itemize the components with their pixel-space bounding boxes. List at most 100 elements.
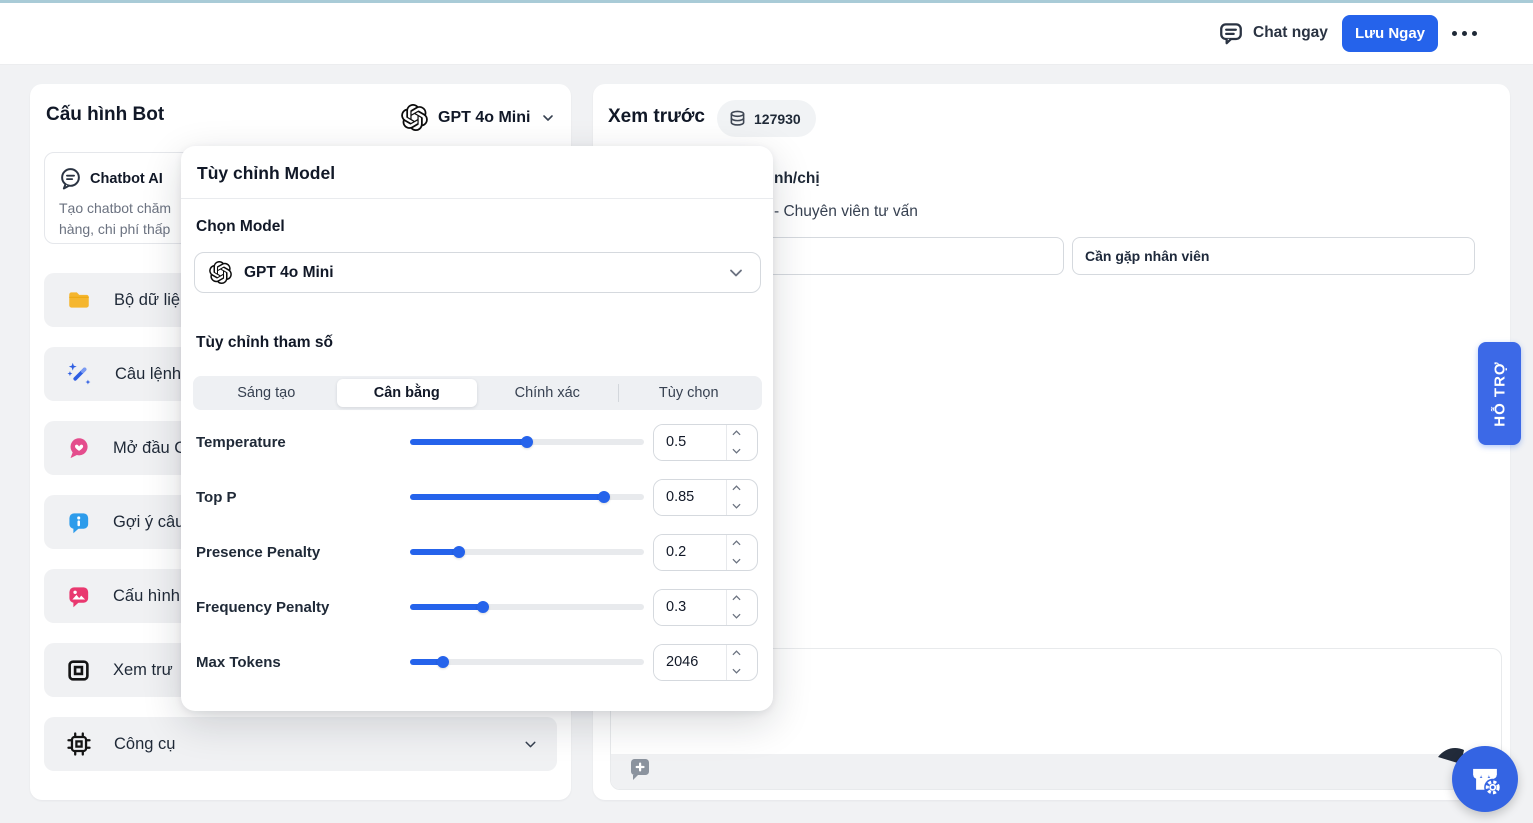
params-section-title: Tùy chỉnh tham số bbox=[196, 334, 333, 352]
top-p-slider[interactable] bbox=[410, 486, 644, 508]
header-model-selector[interactable]: GPT 4o Mini bbox=[401, 104, 556, 131]
token-count-badge: 127930 bbox=[717, 100, 816, 137]
spin-down-button[interactable] bbox=[727, 662, 746, 680]
chatbot-bubble-icon bbox=[59, 167, 82, 190]
chat-now-button[interactable]: Chat ngay bbox=[1218, 18, 1328, 48]
param-label: Top P bbox=[196, 489, 237, 506]
param-label: Frequency Penalty bbox=[196, 599, 329, 616]
spin-down-button[interactable] bbox=[727, 442, 746, 460]
spin-up-button[interactable] bbox=[727, 535, 746, 553]
max-tokens-input[interactable] bbox=[654, 645, 726, 680]
frequency-penalty-slider[interactable] bbox=[410, 596, 644, 618]
param-label: Max Tokens bbox=[196, 654, 281, 671]
slider-handle[interactable] bbox=[521, 436, 533, 448]
presence-penalty-input-box bbox=[653, 534, 758, 571]
slider-handle[interactable] bbox=[477, 601, 489, 613]
tab-precise[interactable]: Chính xác bbox=[477, 379, 618, 407]
support-tab[interactable]: HỖ TRỢ bbox=[1478, 342, 1521, 445]
preview-subtitle-fragment: - Chuyên viên tư vấn bbox=[774, 203, 918, 221]
frame-icon bbox=[66, 658, 91, 683]
sidebar-item-label: Câu lệnh bbox=[115, 365, 181, 384]
preview-greeting-fragment: nh/chị bbox=[774, 170, 820, 188]
token-count-value: 127930 bbox=[754, 111, 801, 127]
spin-up-button[interactable] bbox=[727, 480, 746, 498]
chat-widget-button[interactable] bbox=[1452, 746, 1518, 812]
chat-now-label: Chat ngay bbox=[1253, 24, 1328, 42]
quick-reply-input-2[interactable] bbox=[1072, 237, 1475, 275]
chevron-down-icon bbox=[540, 110, 556, 126]
spin-up-button[interactable] bbox=[727, 645, 746, 663]
chevron-down-icon bbox=[522, 736, 539, 753]
preset-tabs: Sáng tạo Cân bằng Chính xác Tùy chọn bbox=[193, 376, 762, 410]
param-row-presence-penalty: Presence Penalty bbox=[181, 533, 773, 571]
message-toolbar bbox=[611, 754, 1501, 789]
spin-down-button[interactable] bbox=[727, 552, 746, 570]
max-tokens-input-box bbox=[653, 644, 758, 681]
slider-fill bbox=[410, 604, 483, 610]
modal-divider bbox=[181, 198, 773, 199]
bot-config-title: Cấu hình Bot bbox=[46, 104, 164, 126]
presence-penalty-slider[interactable] bbox=[410, 541, 644, 563]
temperature-input-box bbox=[653, 424, 758, 461]
select-model-label: Chọn Model bbox=[196, 218, 285, 236]
sidebar-item-label: Mở đầu C bbox=[113, 439, 186, 458]
spin-down-button[interactable] bbox=[727, 607, 746, 625]
add-bubble-icon[interactable] bbox=[629, 757, 651, 781]
spin-up-button[interactable] bbox=[727, 590, 746, 608]
temperature-input[interactable] bbox=[654, 425, 726, 460]
ellipsis-icon bbox=[1452, 31, 1457, 36]
support-tab-label: HỖ TRỢ bbox=[1491, 361, 1508, 426]
model-select-dropdown[interactable]: GPT 4o Mini bbox=[194, 252, 761, 293]
param-label: Temperature bbox=[196, 434, 286, 451]
app-root: Chat ngay Lưu Ngay Cấu hình Bot GPT 4o M… bbox=[0, 0, 1533, 823]
param-row-top-p: Top P bbox=[181, 478, 773, 516]
heart-chat-icon bbox=[66, 436, 91, 461]
param-label: Presence Penalty bbox=[196, 544, 320, 561]
param-row-max-tokens: Max Tokens bbox=[181, 643, 773, 681]
openai-logo-icon bbox=[209, 261, 232, 284]
temperature-slider[interactable] bbox=[410, 431, 644, 453]
slider-fill bbox=[410, 494, 604, 500]
sidebar-item-label: Bộ dữ liệ bbox=[114, 291, 180, 310]
openai-logo-icon bbox=[401, 104, 428, 131]
magic-wand-icon bbox=[66, 361, 93, 388]
tab-creative[interactable]: Sáng tạo bbox=[196, 379, 337, 407]
image-chat-icon bbox=[66, 584, 91, 609]
presence-penalty-input[interactable] bbox=[654, 535, 726, 570]
header-model-name: GPT 4o Mini bbox=[438, 109, 530, 127]
slider-handle[interactable] bbox=[598, 491, 610, 503]
max-tokens-slider[interactable] bbox=[410, 651, 644, 673]
slider-fill bbox=[410, 549, 459, 555]
chat-bubble-icon bbox=[1218, 20, 1244, 46]
info-chat-icon bbox=[66, 510, 91, 535]
frequency-penalty-input[interactable] bbox=[654, 590, 726, 625]
top-p-input-box bbox=[653, 479, 758, 516]
sidebar-item-label: Xem trư bbox=[113, 661, 173, 680]
chevron-down-icon bbox=[726, 263, 746, 283]
bot-type-title: Chatbot AI bbox=[90, 171, 163, 187]
slider-handle[interactable] bbox=[437, 656, 449, 668]
sidebar-item-label: Công cụ bbox=[114, 735, 175, 754]
sidebar-item-tools[interactable]: Công cụ bbox=[44, 717, 557, 771]
tab-balanced[interactable]: Cân bằng bbox=[337, 379, 478, 407]
top-p-input[interactable] bbox=[654, 480, 726, 515]
sidebar-item-label: Gợi ý câu bbox=[113, 513, 184, 532]
spin-up-button[interactable] bbox=[727, 425, 746, 443]
spin-down-button[interactable] bbox=[727, 497, 746, 515]
sidebar-item-label: Cấu hình bbox=[113, 587, 180, 606]
coins-icon bbox=[728, 109, 747, 128]
chip-icon bbox=[66, 731, 92, 757]
frequency-penalty-input-box bbox=[653, 589, 758, 626]
param-row-temperature: Temperature bbox=[181, 423, 773, 461]
more-options-button[interactable] bbox=[1452, 24, 1486, 42]
slider-fill bbox=[410, 439, 527, 445]
storefront-gear-icon bbox=[1466, 760, 1504, 798]
tab-custom[interactable]: Tùy chọn bbox=[619, 379, 760, 407]
folder-icon bbox=[66, 287, 92, 313]
modal-title: Tùy chỉnh Model bbox=[197, 163, 335, 184]
model-customize-modal: Tùy chỉnh Model Chọn Model GPT 4o Mini T… bbox=[181, 146, 773, 711]
param-row-frequency-penalty: Frequency Penalty bbox=[181, 588, 773, 626]
slider-handle[interactable] bbox=[453, 546, 465, 558]
save-button[interactable]: Lưu Ngay bbox=[1342, 15, 1438, 52]
preview-title: Xem trước bbox=[608, 106, 705, 128]
